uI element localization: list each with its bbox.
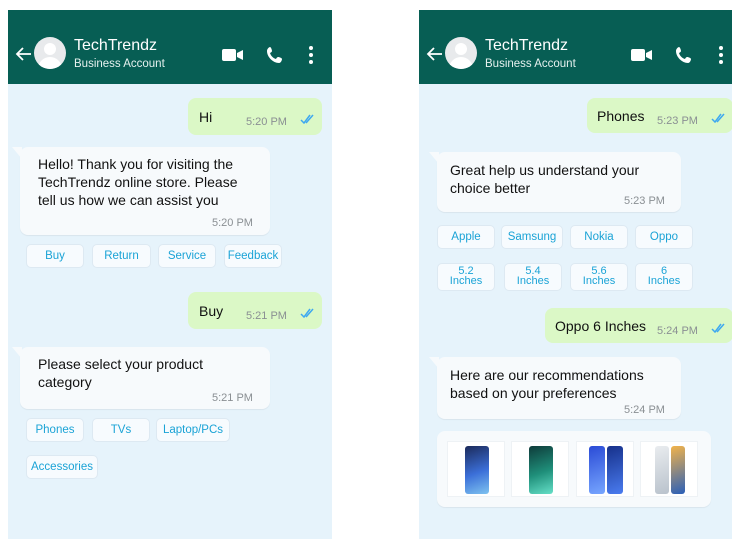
- outgoing-message: Oppo 6 Inches 5:24 PM: [545, 308, 732, 343]
- quick-reply-feedback[interactable]: Feedback: [224, 244, 282, 268]
- category-tvs[interactable]: TVs: [92, 418, 150, 442]
- brand-oppo[interactable]: Oppo: [635, 225, 693, 249]
- message-text: Here are our recommendations based on yo…: [450, 367, 644, 401]
- double-check-icon: [300, 308, 314, 318]
- chat-screen-right: TechTrendz Business Account Phones 5:23 …: [419, 10, 732, 539]
- outgoing-message: Hi 5:20 PM: [188, 98, 322, 135]
- chip-line: Inches: [516, 275, 550, 287]
- chip-line: Inches: [449, 275, 483, 287]
- chat-title: TechTrendz: [74, 37, 157, 54]
- brand-apple[interactable]: Apple: [437, 225, 495, 249]
- quick-reply-buy[interactable]: Buy: [26, 244, 84, 268]
- message-text: Oppo 6 Inches: [555, 318, 647, 334]
- message-text: Phones: [597, 108, 645, 124]
- chat-subtitle: Business Account: [485, 58, 576, 70]
- message-text: Please select your product category: [38, 356, 203, 390]
- more-vertical-icon[interactable]: [307, 45, 315, 65]
- message-text: Buy: [199, 303, 224, 319]
- more-vertical-icon[interactable]: [717, 45, 725, 65]
- double-check-icon: [711, 113, 725, 123]
- arrow-left-icon[interactable]: [14, 44, 34, 64]
- product-image-4[interactable]: [640, 441, 698, 497]
- message-time: 5:21 PM: [212, 392, 253, 404]
- phone-icon[interactable]: [675, 46, 695, 64]
- arrow-left-icon[interactable]: [425, 44, 445, 64]
- product-image-2[interactable]: [511, 441, 569, 497]
- outgoing-message: Phones 5:23 PM: [587, 98, 732, 133]
- video-camera-icon[interactable]: [631, 48, 653, 62]
- chat-subtitle: Business Account: [74, 58, 165, 70]
- message-time: 5:21 PM: [246, 310, 287, 322]
- message-time: 5:20 PM: [212, 217, 253, 229]
- outgoing-message: Buy 5:21 PM: [188, 292, 322, 329]
- avatar[interactable]: [34, 37, 66, 69]
- phone-icon[interactable]: [266, 46, 286, 64]
- message-time: 5:23 PM: [657, 115, 698, 127]
- incoming-message: Please select your product category 5:21…: [12, 347, 270, 409]
- category-laptops[interactable]: Laptop/PCs: [156, 418, 230, 442]
- category-phones[interactable]: Phones: [26, 418, 84, 442]
- chat-header: TechTrendz Business Account: [419, 10, 732, 84]
- message-time: 5:23 PM: [624, 195, 665, 207]
- brand-samsung[interactable]: Samsung: [501, 225, 563, 249]
- category-accessories[interactable]: Accessories: [26, 455, 98, 479]
- double-check-icon: [711, 323, 725, 333]
- product-image-3[interactable]: [576, 441, 634, 497]
- size-6-inches[interactable]: 6 Inches: [635, 263, 693, 291]
- chat-screen-left: TechTrendz Business Account Hi 5:20 PM H…: [8, 10, 332, 539]
- quick-reply-service[interactable]: Service: [158, 244, 216, 268]
- brand-nokia[interactable]: Nokia: [570, 225, 628, 249]
- video-camera-icon[interactable]: [222, 48, 244, 62]
- size-5-4-inches[interactable]: 5.4 Inches: [504, 263, 562, 291]
- message-time: 5:20 PM: [246, 116, 287, 128]
- message-text: Hi: [199, 109, 213, 125]
- message-text: Hello! Thank you for visiting the TechTr…: [38, 156, 238, 208]
- incoming-message: Here are our recommendations based on yo…: [429, 357, 681, 419]
- product-image-1[interactable]: [447, 441, 505, 497]
- incoming-message: Great help us understand your choice bet…: [429, 152, 681, 212]
- incoming-message: Hello! Thank you for visiting the TechTr…: [12, 147, 270, 235]
- chat-title: TechTrendz: [485, 37, 568, 54]
- avatar[interactable]: [445, 37, 477, 69]
- message-time: 5:24 PM: [624, 404, 665, 416]
- message-time: 5:24 PM: [657, 325, 698, 337]
- size-5-2-inches[interactable]: 5.2 Inches: [437, 263, 495, 291]
- quick-reply-return[interactable]: Return: [92, 244, 151, 268]
- chip-line: Inches: [582, 275, 616, 287]
- chip-line: Inches: [647, 275, 681, 287]
- double-check-icon: [300, 114, 314, 124]
- size-5-6-inches[interactable]: 5.6 Inches: [570, 263, 628, 291]
- chat-header: TechTrendz Business Account: [8, 10, 332, 84]
- product-carousel: [437, 431, 711, 507]
